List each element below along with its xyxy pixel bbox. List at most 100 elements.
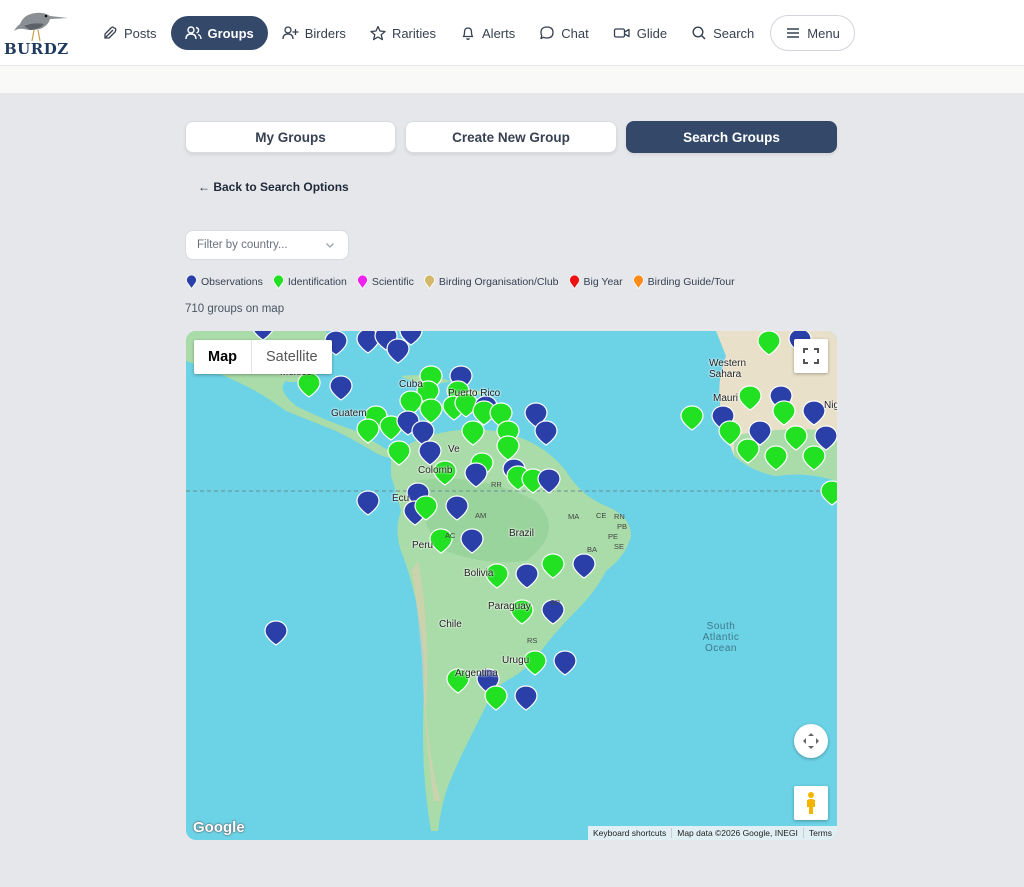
map-label-state-pe: PE (608, 532, 619, 541)
nav-groups-label: Groups (207, 25, 254, 41)
nav-groups[interactable]: Groups (170, 16, 268, 50)
map-label-state-sp: SP (550, 598, 561, 607)
menu-button[interactable]: Menu (770, 15, 855, 51)
map-label-state-rr: RR (491, 480, 502, 489)
country-filter-select[interactable]: Filter by country... (185, 230, 349, 260)
map-pin-icon (568, 275, 580, 289)
nav-rarities[interactable]: Rarities (360, 16, 446, 50)
nav-glide[interactable]: Glide (603, 16, 677, 50)
bird-logo-icon (14, 12, 68, 42)
burdz-logo[interactable]: BURDZ (4, 4, 72, 60)
groups-map[interactable]: Mexico Cuba Puerto Rico Guatem Ve Colomb… (186, 331, 837, 840)
back-to-search-options-link[interactable]: ← Back to Search Options (198, 180, 349, 194)
search-icon (692, 26, 706, 40)
map-label-state-ma: MA (568, 512, 580, 521)
map-label-brazil: Brazil (509, 528, 535, 539)
map-type-satellite-button[interactable]: Satellite (252, 340, 332, 374)
nav-search[interactable]: Search (681, 16, 764, 50)
legend-birding-guide-tour: Birding Guide/Tour (632, 275, 735, 289)
map-label-puerto-rico: Puerto Rico (448, 388, 501, 399)
pegman-icon (807, 792, 815, 814)
marker-identification (419, 398, 443, 424)
map-label-colombia: Colomb (418, 465, 453, 476)
nav-birders[interactable]: Birders (272, 16, 356, 50)
map-label-uruguay: Urugu (502, 655, 530, 666)
tab-search-groups[interactable]: Search Groups (626, 121, 837, 153)
map-label-south-atlantic: South Atlantic Ocean (702, 621, 740, 654)
nav-posts[interactable]: Posts (92, 16, 167, 50)
map-label-state-ba: BA (587, 545, 598, 554)
map-label-bolivia: Bolivia (464, 568, 494, 579)
map-label-state-rs: RS (527, 636, 538, 645)
feather-icon (104, 26, 117, 39)
marker-identification (680, 405, 704, 431)
star-icon (370, 25, 386, 41)
map-label-niger: Nig (824, 400, 837, 411)
marker-observation (553, 650, 577, 676)
marker-observation (264, 620, 288, 646)
fullscreen-button[interactable] (794, 339, 828, 373)
tab-create-new-group[interactable]: Create New Group (405, 121, 617, 153)
map-label-venezuela: Ve (448, 444, 460, 455)
group-tabs: My Groups Create New Group Search Groups (185, 121, 837, 153)
legend-label: Scientific (371, 276, 414, 288)
map-data-text: Map data ©2026 Google, INEGI (671, 828, 803, 838)
map-attribution: Keyboard shortcuts Map data ©2026 Google… (588, 826, 837, 840)
group-count: 710 groups on map (185, 303, 285, 315)
map-label-argentina: Argentina (455, 668, 498, 679)
marker-observation (356, 490, 380, 516)
marker-observation (386, 338, 410, 364)
map-label-state-ac: AC (445, 531, 456, 540)
nav-chat-label: Chat (561, 25, 589, 41)
main-nav: Posts Groups Birders Rarities Alerts Cha… (92, 15, 859, 51)
legend-label: Identification (287, 276, 347, 288)
legend-label: Birding Organisation/Club (438, 276, 559, 288)
nav-glide-label: Glide (636, 25, 668, 41)
map-label-guatemala: Guatem (331, 408, 367, 419)
fullscreen-icon (803, 348, 819, 364)
nav-birders-label: Birders (304, 25, 346, 41)
marker-observation (514, 685, 538, 711)
map-canvas (186, 331, 837, 831)
hamburger-icon (787, 28, 800, 38)
nav-alerts[interactable]: Alerts (450, 16, 525, 50)
map-pin-icon (356, 275, 368, 289)
menu-label: Menu (807, 25, 840, 41)
tab-my-groups[interactable]: My Groups (185, 121, 396, 153)
keyboard-shortcuts-link[interactable]: Keyboard shortcuts (588, 828, 671, 838)
map-label-state-pb: PB (617, 522, 628, 531)
nav-posts-label: Posts (124, 25, 157, 41)
country-filter-placeholder: Filter by country... (197, 239, 288, 251)
legend-birding-organisation: Birding Organisation/Club (424, 275, 559, 289)
legend-label: Big Year (583, 276, 623, 288)
legend-big-year: Big Year (568, 275, 623, 289)
map-label-cuba: Cuba (399, 379, 423, 390)
map-label-ecuador: Ecu (392, 493, 410, 504)
map-type-map-button[interactable]: Map (194, 340, 252, 374)
legend-label: Observations (201, 276, 263, 288)
map-pin-icon (424, 275, 435, 289)
marker-observation (329, 375, 353, 401)
chevron-down-icon (326, 243, 334, 248)
marker-identification (820, 480, 837, 506)
map-label-peru: Peru (412, 540, 434, 551)
user-plus-icon (282, 26, 299, 40)
map-label-western-sahara: Western Sahara (709, 358, 747, 380)
google-logo: Google (193, 819, 245, 836)
legend-label: Birding Guide/Tour (647, 276, 735, 288)
terms-link[interactable]: Terms (802, 828, 837, 838)
chat-bubble-icon (540, 26, 554, 40)
bell-icon (462, 27, 474, 40)
legend-identification: Identification (273, 275, 347, 289)
map-label-paraguay: Paraguay (488, 601, 531, 612)
marker-legend: Observations Identification Scientific B… (186, 274, 745, 290)
map-label-state-se: SE (614, 542, 625, 551)
map-pin-icon (186, 275, 197, 289)
camera-control-button[interactable] (794, 724, 828, 758)
map-label-chile: Chile (439, 619, 462, 630)
pan-arrows-icon (803, 733, 819, 749)
street-view-pegman-button[interactable] (794, 786, 828, 820)
legend-observations: Observations (186, 275, 263, 289)
nav-chat[interactable]: Chat (529, 16, 598, 50)
top-navigation-bar: BURDZ Posts Groups Birders Rarities Aler… (0, 0, 1024, 66)
